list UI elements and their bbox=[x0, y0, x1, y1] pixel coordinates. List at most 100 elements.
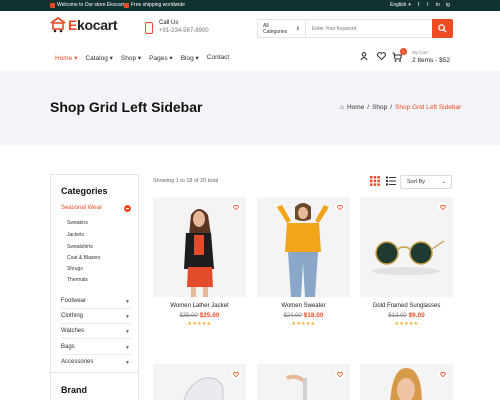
product-image[interactable] bbox=[360, 197, 453, 297]
wishlist-button[interactable] bbox=[438, 369, 448, 379]
product-card[interactable]: Women Lather Jacket $35.00 $25.00 ★★★★★ bbox=[153, 197, 246, 327]
search-button[interactable] bbox=[432, 19, 453, 38]
sidebar-item-accessories[interactable]: Accessories bbox=[61, 359, 93, 365]
product-image[interactable] bbox=[153, 197, 246, 297]
logo-text-e: E bbox=[68, 17, 78, 33]
heart-icon bbox=[233, 204, 239, 210]
chevron-down-icon[interactable]: ▼ bbox=[125, 314, 130, 320]
facebook-icon[interactable]: f bbox=[418, 2, 419, 8]
results-count: Showing 1 to 18 of 20 total bbox=[153, 178, 219, 184]
chevron-down-icon: ⇕ bbox=[295, 25, 300, 32]
heart-icon bbox=[233, 371, 239, 377]
language-selector[interactable]: English ▾ bbox=[390, 2, 411, 8]
product-image[interactable] bbox=[153, 364, 246, 400]
nav-shop[interactable]: Shop ▾ bbox=[121, 54, 141, 62]
list-view-icon[interactable] bbox=[386, 176, 396, 186]
category-select[interactable]: All Categories ⇕ bbox=[258, 20, 306, 37]
grid-view-icon[interactable] bbox=[370, 176, 380, 186]
breadcrumb-separator: / bbox=[367, 104, 370, 111]
wishlist-button[interactable] bbox=[335, 369, 345, 379]
linkedin-icon[interactable]: in bbox=[436, 2, 440, 8]
heart-icon bbox=[440, 371, 446, 377]
call-label: Call Us bbox=[159, 20, 179, 26]
chevron-down-icon: ⌄ bbox=[441, 179, 446, 185]
nav-home[interactable]: Home ▾ bbox=[55, 54, 77, 62]
chevron-down-icon[interactable]: ▼ bbox=[125, 329, 130, 335]
heart-icon bbox=[440, 204, 446, 210]
product-card[interactable] bbox=[153, 364, 246, 400]
product-name[interactable]: Gold Framed Sunglasses bbox=[360, 303, 453, 309]
main-nav: Home ▾ Catalog ▾ Shop ▾ Pages ▾ Blog ▾ C… bbox=[55, 54, 229, 62]
rating-stars: ★★★★★ bbox=[394, 321, 419, 327]
breadcrumb-home[interactable]: Home bbox=[347, 104, 364, 111]
sidebar-subitem[interactable]: Coat & Blazers bbox=[67, 255, 100, 261]
sidebar-subitem[interactable]: Shrugs bbox=[67, 266, 83, 272]
breadcrumb-shop[interactable]: Shop bbox=[372, 104, 387, 111]
page-title: Shop Grid Left Sidebar bbox=[50, 99, 203, 115]
rating-stars: ★★★★★ bbox=[291, 321, 316, 327]
sidebar-item-footwear[interactable]: Footwear bbox=[61, 298, 86, 304]
truck-icon bbox=[124, 2, 129, 8]
chevron-down-icon[interactable]: ▼ bbox=[125, 345, 130, 351]
product-image[interactable] bbox=[257, 364, 350, 400]
call-us: Call Us +91-234-567-8900 bbox=[145, 20, 209, 34]
phone-icon bbox=[145, 22, 153, 34]
product-card[interactable]: Gold Framed Sunglasses $12.00 $9.00 ★★★★… bbox=[360, 197, 453, 327]
product-name[interactable]: Women Sweater bbox=[257, 303, 350, 309]
wishlist-button[interactable] bbox=[231, 369, 241, 379]
instagram-icon[interactable]: ig bbox=[446, 2, 450, 8]
header-icons bbox=[360, 52, 386, 60]
twitter-icon[interactable]: t bbox=[427, 2, 428, 8]
product-card[interactable] bbox=[360, 364, 453, 400]
sidebar-item-bags[interactable]: Bags bbox=[61, 344, 75, 350]
search-input[interactable] bbox=[306, 25, 432, 32]
call-number[interactable]: +91-234-567-8900 bbox=[159, 28, 209, 34]
woman-sweater-image bbox=[257, 197, 350, 297]
breadcrumb: ⌂ Home / Shop / Shop Grid Left Sidebar bbox=[340, 104, 461, 111]
sidebar-subitem[interactable]: Jackets bbox=[67, 232, 84, 238]
category-sidebar: Categories Seasonal Wear Sweaters Jacket… bbox=[50, 174, 139, 400]
heart-icon bbox=[337, 204, 343, 210]
nav-catalog[interactable]: Catalog ▾ bbox=[85, 54, 112, 62]
sort-select[interactable]: Sort By ⌄ bbox=[400, 175, 452, 189]
page-header: Shop Grid Left Sidebar ⌂ Home / Shop / S… bbox=[0, 71, 500, 145]
shipping-message: Free shipping worldwide bbox=[124, 2, 185, 8]
sidebar-item-clothing[interactable]: Clothing bbox=[61, 313, 83, 319]
breadcrumb-current: Shop Grid Left Sidebar bbox=[395, 104, 462, 111]
logo[interactable]: Ekocart bbox=[50, 17, 118, 33]
sidebar-subitem[interactable]: Thermals bbox=[67, 277, 88, 283]
nav-blog[interactable]: Blog ▾ bbox=[181, 54, 199, 62]
product-card[interactable] bbox=[257, 364, 350, 400]
product-image[interactable] bbox=[257, 197, 350, 297]
product-image[interactable] bbox=[360, 364, 453, 400]
user-icon[interactable] bbox=[360, 52, 368, 60]
sidebar-item-seasonal-wear[interactable]: Seasonal Wear bbox=[61, 205, 102, 211]
sidebar-item-watches[interactable]: Watches bbox=[61, 328, 84, 334]
product-card[interactable]: Women Sweater $24.00 $18.00 ★★★★★ bbox=[257, 197, 350, 327]
chevron-down-icon[interactable]: ▼ bbox=[125, 360, 130, 366]
collapse-toggle-icon[interactable] bbox=[124, 205, 131, 212]
product-price: $12.00 $9.00 bbox=[388, 312, 425, 319]
store-icon bbox=[50, 2, 55, 8]
wishlist-button[interactable] bbox=[335, 202, 345, 212]
heart-icon[interactable] bbox=[377, 52, 386, 60]
chevron-down-icon[interactable]: ▼ bbox=[125, 299, 130, 305]
product-name[interactable]: Women Lather Jacket bbox=[153, 303, 246, 309]
nav-pages[interactable]: Pages ▾ bbox=[149, 54, 173, 62]
cart-logo-icon bbox=[50, 17, 66, 33]
breadcrumb-separator: / bbox=[390, 104, 393, 111]
product-price: $35.00 $25.00 bbox=[179, 312, 220, 319]
welcome-message: Welcome to Our store Ekocart bbox=[50, 2, 124, 8]
heart-icon bbox=[337, 371, 343, 377]
wishlist-button[interactable] bbox=[231, 202, 241, 212]
cart-summary[interactable]: 2 Items - $52 bbox=[412, 57, 450, 64]
search-bar: All Categories ⇕ bbox=[257, 19, 453, 38]
sidebar-subitem[interactable]: Sweatshirts bbox=[67, 244, 93, 250]
cart-label: My Cart bbox=[412, 50, 428, 55]
woman-jacket-image bbox=[153, 197, 246, 297]
home-icon: ⌂ bbox=[340, 104, 344, 111]
nav-contact[interactable]: Contact bbox=[207, 54, 229, 62]
sidebar-subitem[interactable]: Sweaters bbox=[67, 220, 88, 226]
sidebar-title: Categories bbox=[61, 186, 108, 196]
wishlist-button[interactable] bbox=[438, 202, 448, 212]
